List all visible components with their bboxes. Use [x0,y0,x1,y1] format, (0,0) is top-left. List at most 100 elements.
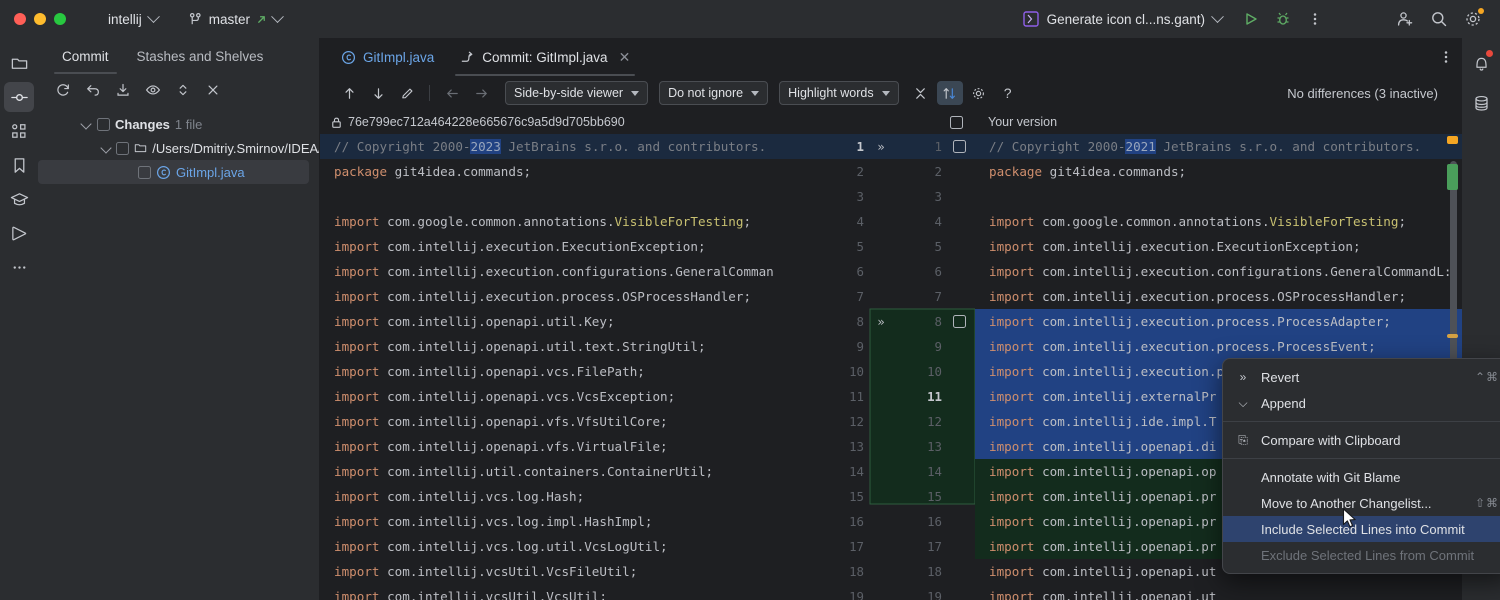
code-line[interactable]: package git4idea.commands; [320,159,790,184]
close-window-button[interactable] [14,13,26,25]
code-line[interactable]: import com.intellij.openapi.vfs.VirtualF… [320,434,790,459]
next-difference-button[interactable] [365,81,391,105]
code-line[interactable]: // Copyright 2000-2021 JetBrains s.r.o. … [975,134,1462,159]
rollback-button[interactable] [80,78,106,102]
code-line[interactable]: import com.intellij.vcs.log.Hash; [320,484,790,509]
code-line[interactable]: import com.intellij.execution.process.OS… [320,284,790,309]
code-line[interactable] [975,184,1462,209]
code-line[interactable] [320,184,790,209]
include-chunk-checkbox[interactable] [953,140,966,153]
sidebar-item-run[interactable] [4,218,34,248]
tree-node-changes[interactable]: Changes 1 file [38,112,319,136]
tab-commit[interactable]: Commit [48,38,123,74]
menu-item[interactable]: ⎘Compare with Clipboard [1223,427,1500,453]
menu-item[interactable]: Include Selected Lines into Commit [1223,516,1500,542]
collapse-unchanged-button[interactable] [908,81,934,105]
sidebar-item-project[interactable] [4,48,34,78]
left-code-pane[interactable]: // Copyright 2000-2023 JetBrains s.r.o. … [320,134,790,600]
code-line[interactable]: import com.intellij.execution.process.OS… [975,284,1462,309]
scrollbar-thumb[interactable] [1450,161,1457,361]
tree-node-file[interactable]: GitImpl.java [38,160,309,184]
code-line[interactable]: import com.intellij.openapi.ut [975,584,1462,600]
include-chunk-checkbox[interactable] [953,315,966,328]
diff-gutter[interactable]: 1»12233445566778»89910101111121213131414… [790,134,975,600]
edit-source-button[interactable] [394,81,420,105]
project-selector[interactable]: intellij [108,12,158,27]
sidebar-item-more-tool-windows[interactable] [4,252,34,282]
minimize-window-button[interactable] [34,13,46,25]
code-line[interactable]: import com.intellij.execution.ExecutionE… [975,234,1462,259]
close-tab-icon[interactable]: ✕ [619,49,631,66]
diff-settings-button[interactable] [966,81,992,105]
settings-button[interactable] [1458,4,1488,34]
code-line[interactable]: import com.intellij.openapi.util.Key; [320,309,790,334]
chevron-down-icon[interactable] [82,119,92,129]
change-marker-yellow[interactable] [1447,334,1458,338]
include-all-checkbox[interactable] [950,116,963,129]
run-configuration-selector[interactable]: Generate icon cl...ns.gant) [1023,11,1222,27]
code-line[interactable]: import com.intellij.execution.ExecutionE… [320,234,790,259]
previous-difference-button[interactable] [336,81,362,105]
sidebar-item-notifications[interactable] [1466,48,1496,78]
code-line[interactable]: import com.intellij.openapi.vcs.FilePath… [320,359,790,384]
directory-checkbox[interactable] [116,142,129,155]
menu-item[interactable]: Move to Another Changelist...⇧⌘ [1223,490,1500,516]
help-button[interactable]: ? [995,81,1021,105]
code-line[interactable]: package git4idea.commands; [975,159,1462,184]
sidebar-item-learn[interactable] [4,184,34,214]
chevron-down-icon[interactable] [102,143,111,153]
run-button[interactable] [1236,4,1266,34]
menu-item[interactable]: Annotate with Git Blame [1223,464,1500,490]
search-button[interactable] [1424,4,1454,34]
more-actions-button[interactable] [1300,4,1330,34]
sidebar-item-database[interactable] [1466,88,1496,118]
code-line[interactable]: import com.google.common.annotations.Vis… [975,209,1462,234]
account-button[interactable] [1390,4,1420,34]
code-line[interactable]: import com.intellij.execution.configurat… [975,259,1462,284]
changes-checkbox[interactable] [97,118,110,131]
code-line[interactable]: import com.intellij.openapi.util.text.St… [320,334,790,359]
viewer-mode-combo[interactable]: Side-by-side viewer [505,81,648,105]
update-project-button[interactable] [110,78,136,102]
code-line[interactable]: import com.intellij.util.containers.Cont… [320,459,790,484]
navigate-forward-button[interactable] [468,81,494,105]
expand-collapse-button[interactable] [170,78,196,102]
close-button[interactable] [200,78,226,102]
code-line[interactable]: import com.intellij.execution.process.Pr… [975,309,1462,334]
tab-stashes-and-shelves[interactable]: Stashes and Shelves [123,38,278,74]
change-marker-green[interactable] [1447,164,1458,190]
navigate-back-button[interactable] [439,81,465,105]
revert-chunk-icon[interactable]: » [868,140,894,154]
sidebar-item-structure[interactable] [4,116,34,146]
menu-item[interactable]: »Revert⌃⌘ [1223,364,1500,390]
sync-scroll-button[interactable] [937,81,963,105]
file-checkbox[interactable] [138,166,151,179]
warning-marker[interactable] [1447,136,1458,144]
code-line[interactable]: import com.google.common.annotations.Vis… [320,209,790,234]
code-line[interactable]: import com.intellij.vcs.log.util.VcsLogU… [320,534,790,559]
preview-diff-button[interactable] [140,78,166,102]
debug-button[interactable] [1268,4,1298,34]
revert-chunk-icon[interactable]: » [868,315,894,329]
menu-item[interactable]: ⌵Append [1223,390,1500,416]
sidebar-item-commit[interactable] [4,82,34,112]
sidebar-item-bookmarks[interactable] [4,150,34,180]
tree-node-directory[interactable]: /Users/Dmitriy.Smirnov/IDEA/in [38,136,319,160]
code-line[interactable]: import com.intellij.vcsUtil.VcsUtil; [320,584,790,600]
code-line[interactable]: import com.intellij.execution.process.Pr… [975,334,1462,359]
tab-commit-gitimpl-java[interactable]: Commit: GitImpl.java ✕ [447,38,643,76]
code-line[interactable]: import com.intellij.vcs.log.impl.HashImp… [320,509,790,534]
branch-selector[interactable]: master [188,12,282,27]
code-line[interactable]: // Copyright 2000-2023 JetBrains s.r.o. … [320,134,790,159]
highlight-policy-combo[interactable]: Highlight words [779,81,898,105]
refresh-changes-button[interactable] [50,78,76,102]
maximize-window-button[interactable] [54,13,66,25]
diff-context-menu[interactable]: »Revert⌃⌘⌵Append ⎘Compare with Clipboard A… [1222,358,1500,574]
code-line[interactable]: import com.intellij.openapi.vfs.VfsUtilC… [320,409,790,434]
tab-gitimpl-java[interactable]: GitImpl.java [328,38,447,76]
code-line[interactable]: import com.intellij.openapi.vcs.VcsExcep… [320,384,790,409]
tab-options-button[interactable] [1438,38,1454,76]
code-line[interactable]: import com.intellij.vcsUtil.VcsFileUtil; [320,559,790,584]
code-line[interactable]: import com.intellij.execution.configurat… [320,259,790,284]
ignore-policy-combo[interactable]: Do not ignore [659,81,768,105]
